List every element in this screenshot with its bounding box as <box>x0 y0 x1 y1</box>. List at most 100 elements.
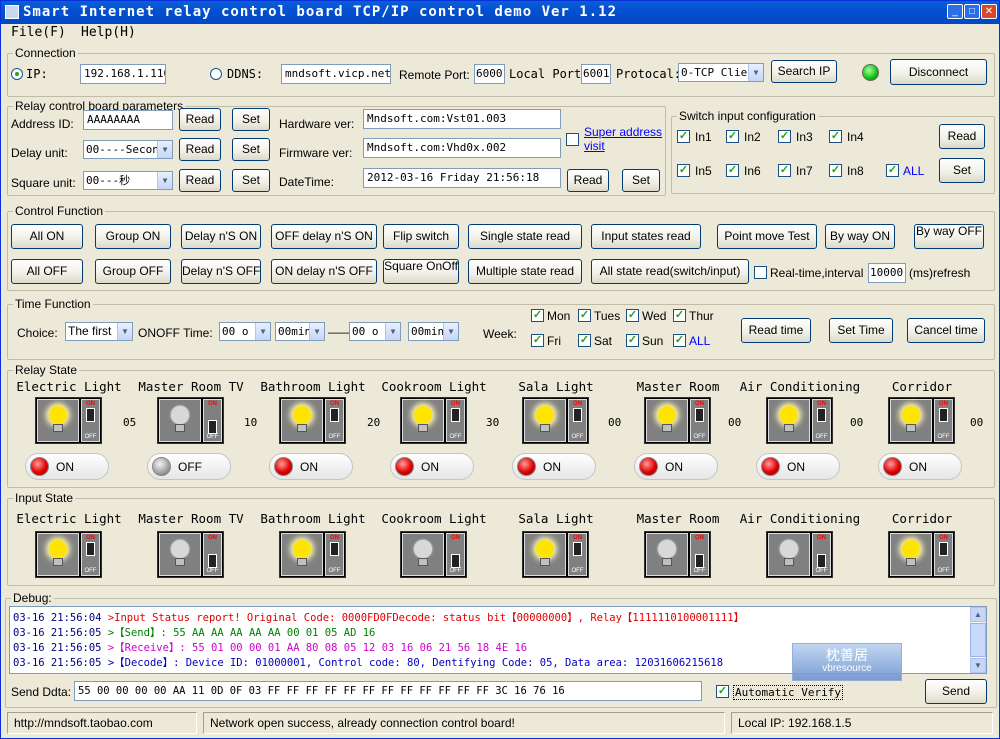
switch-input-checkbox-1[interactable]: ✓ <box>677 130 690 143</box>
delay-select[interactable]: 00----Second ▼ <box>83 140 173 159</box>
control-button-input-states-read[interactable]: Input states read <box>591 224 701 249</box>
protocol-select[interactable]: 0-TCP Clien ▼ <box>678 63 764 82</box>
remote-port-input[interactable]: 6000 <box>474 64 505 84</box>
send-data-input[interactable]: 55 00 00 00 00 AA 11 0D 0F 03 FF FF FF F… <box>74 681 702 701</box>
control-button-multiple-state-read[interactable]: Multiple state read <box>468 259 582 284</box>
ddns-radio[interactable] <box>210 68 222 80</box>
datetime-input[interactable]: 2012-03-16 Friday 21:56:18 <box>363 168 561 188</box>
send-button[interactable]: Send <box>925 679 987 704</box>
read-time-button[interactable]: Read time <box>741 318 811 343</box>
relay-toggle-2[interactable]: OFF <box>147 453 231 480</box>
menu-help[interactable]: Help(H) <box>81 25 136 40</box>
control-button-delay-n-s-on[interactable]: Delay n'S ON <box>181 224 261 249</box>
title-bar[interactable]: Smart Internet relay control board TCP/I… <box>1 1 999 24</box>
address-set-button[interactable]: Set <box>232 108 270 131</box>
disconnect-button[interactable]: Disconnect <box>890 59 987 85</box>
control-button-delay-n-s-off[interactable]: Delay n'S OFF <box>181 259 261 284</box>
control-button-single-state-read[interactable]: Single state read <box>468 224 582 249</box>
search-ip-button[interactable]: Search IP <box>771 60 837 83</box>
ip-radio[interactable] <box>11 68 23 80</box>
off-hour-select[interactable]: 00 o ' ▼ <box>349 322 401 341</box>
input-icon-3: ON OFF <box>279 531 346 578</box>
control-button-point-move-test[interactable]: Point move Test <box>717 224 817 249</box>
control-button-flip-switch[interactable]: Flip switch <box>383 224 459 249</box>
relay-icon-3: ON OFF <box>279 397 346 444</box>
relay-toggle-8[interactable]: ON <box>878 453 962 480</box>
scroll-down-icon[interactable]: ▼ <box>970 658 986 673</box>
control-button-on-delay-n-s-off[interactable]: ON delay n'S OFF <box>271 259 377 284</box>
address-input[interactable]: AAAAAAAA <box>83 110 173 130</box>
control-button-all-off[interactable]: All OFF <box>11 259 83 284</box>
realtime-checkbox[interactable] <box>754 266 767 279</box>
on-hour-select[interactable]: 00 o ' ▼ <box>219 322 271 341</box>
switch-all-checkbox[interactable]: ✓ <box>886 164 899 177</box>
scroll-up-icon[interactable]: ▲ <box>970 607 986 622</box>
super-address-checkbox[interactable] <box>566 133 579 146</box>
hw-input[interactable]: Mndsoft.com:Vst01.003 <box>363 109 561 129</box>
menu-file[interactable]: File(F) <box>11 25 66 40</box>
fw-input[interactable]: Mndsoft.com:Vhd0x.002 <box>363 138 561 158</box>
local-port-input[interactable]: 6001 <box>581 64 611 84</box>
datetime-read-button[interactable]: Read <box>567 169 609 192</box>
relay-toggle-3[interactable]: ON <box>269 453 353 480</box>
day-checkbox-sat[interactable]: ✓ <box>578 334 591 347</box>
switch-set-button[interactable]: Set <box>939 158 985 183</box>
super-address-link[interactable]: Super address visit <box>584 125 664 153</box>
choice-select[interactable]: The first ▼ <box>65 322 133 341</box>
interval-input[interactable]: 10000 <box>868 263 906 283</box>
led-icon <box>517 457 536 476</box>
ip-input[interactable]: 192.168.1.110 <box>80 64 166 84</box>
day-checkbox-wed[interactable]: ✓ <box>626 309 639 322</box>
relay-toggle-5[interactable]: ON <box>512 453 596 480</box>
minimize-icon[interactable]: _ <box>947 4 963 19</box>
day-checkbox-mon[interactable]: ✓ <box>531 309 544 322</box>
day-checkbox-tues[interactable]: ✓ <box>578 309 591 322</box>
delay-set-button[interactable]: Set <box>232 138 270 161</box>
input-icon-8-bulb-icon <box>890 533 932 576</box>
switch-read-button[interactable]: Read <box>939 124 985 149</box>
on-min-select[interactable]: 00min ▼ <box>275 322 325 341</box>
control-button-square-onoff[interactable]: Square OnOff <box>383 259 459 284</box>
control-button-all-on[interactable]: All ON <box>11 224 83 249</box>
address-read-button[interactable]: Read <box>179 108 221 131</box>
set-time-button[interactable]: Set Time <box>829 318 893 343</box>
input-name-1: Electric Light <box>16 511 122 526</box>
switch-input-checkbox-4[interactable]: ✓ <box>829 130 842 143</box>
switch-off-mark: OFF <box>84 568 97 574</box>
day-checkbox-fri[interactable]: ✓ <box>531 334 544 347</box>
switch-input-checkbox-5[interactable]: ✓ <box>677 164 690 177</box>
switch-input-checkbox-2[interactable]: ✓ <box>726 130 739 143</box>
square-read-button[interactable]: Read <box>179 169 221 192</box>
control-button-by-way-off[interactable]: By way OFF <box>914 224 984 249</box>
datetime-set-button[interactable]: Set <box>622 169 660 192</box>
switch-input-checkbox-7[interactable]: ✓ <box>778 164 791 177</box>
relay-toggle-6[interactable]: ON <box>634 453 718 480</box>
day-checkbox-sun[interactable]: ✓ <box>626 334 639 347</box>
control-button-off-delay-n-s-on[interactable]: OFF delay n'S ON <box>271 224 377 249</box>
delay-read-button[interactable]: Read <box>179 138 221 161</box>
control-button-group-off[interactable]: Group OFF <box>95 259 171 284</box>
switch-input-checkbox-3[interactable]: ✓ <box>778 130 791 143</box>
relay-toggle-4[interactable]: ON <box>390 453 474 480</box>
debug-text: >【Receive】: 55 01 00 00 01 AA 80 08 05 1… <box>107 642 528 654</box>
control-button-by-way-on[interactable]: By way ON <box>825 224 895 249</box>
switch-input-checkbox-6[interactable]: ✓ <box>726 164 739 177</box>
square-select[interactable]: 00---秒 ▼ <box>83 171 173 190</box>
control-button-group-on[interactable]: Group ON <box>95 224 171 249</box>
auto-verify-checkbox[interactable]: ✓ <box>716 685 729 698</box>
day-checkbox-all[interactable]: ✓ <box>673 334 686 347</box>
control-group-label: Control Function <box>13 204 106 218</box>
day-checkbox-thur[interactable]: ✓ <box>673 309 686 322</box>
square-set-button[interactable]: Set <box>232 169 270 192</box>
cancel-time-button[interactable]: Cancel time <box>907 318 985 343</box>
ddns-input[interactable]: mndsoft.vicp.net <box>281 64 391 84</box>
relay-toggle-7[interactable]: ON <box>756 453 840 480</box>
switch-input-checkbox-8[interactable]: ✓ <box>829 164 842 177</box>
maximize-icon[interactable]: □ <box>964 4 980 19</box>
close-icon[interactable]: ✕ <box>981 4 997 19</box>
relay-toggle-1[interactable]: ON <box>25 453 109 480</box>
debug-scrollbar[interactable]: ▲ ▼ <box>970 607 986 673</box>
off-min-select[interactable]: 00min ▼ <box>408 322 459 341</box>
control-button-all-state-read-switch-input-[interactable]: All state read(switch/input) <box>591 259 749 284</box>
scroll-thumb[interactable] <box>970 623 986 657</box>
